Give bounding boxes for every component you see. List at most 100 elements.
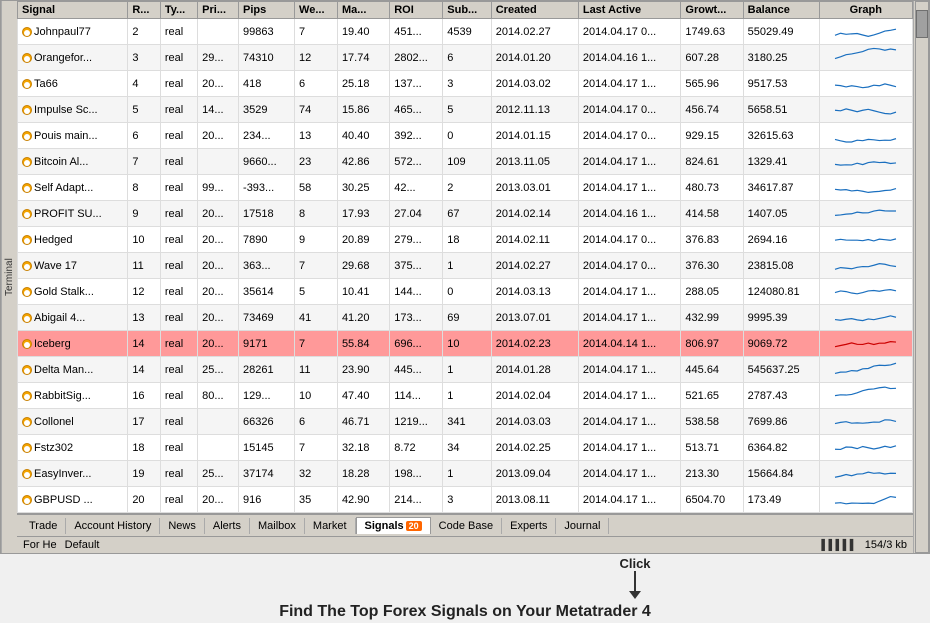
col-header-created[interactable]: Created bbox=[491, 2, 578, 19]
cell-subs: 1 bbox=[443, 253, 491, 279]
cell-max: 42.90 bbox=[337, 487, 389, 513]
cell-created: 2012.11.13 bbox=[491, 97, 578, 123]
cell-growth: 376.83 bbox=[681, 227, 743, 253]
tab-experts[interactable]: Experts bbox=[502, 518, 556, 534]
table-row[interactable]: Gold Stalk... 12 real 20... 35614 5 10.4… bbox=[18, 279, 913, 305]
col-header-growth[interactable]: Growt... bbox=[681, 2, 743, 19]
table-row[interactable]: Abigail 4... 13 real 20... 73469 41 41.2… bbox=[18, 305, 913, 331]
cell-type: real bbox=[160, 461, 197, 487]
table-row[interactable]: Impulse Sc... 5 real 14... 3529 74 15.86… bbox=[18, 97, 913, 123]
cell-balance: 6364.82 bbox=[743, 435, 819, 461]
sparkline-graph bbox=[833, 98, 898, 118]
status-bar-right: ▌▌▌▌▌ 154/3 kb bbox=[821, 539, 907, 551]
sparkline-graph bbox=[833, 124, 898, 144]
tab-signals[interactable]: Signals20 bbox=[356, 517, 431, 534]
table-row[interactable]: Iceberg 14 real 20... 9171 7 55.84 696..… bbox=[18, 331, 913, 357]
click-label: Click bbox=[619, 556, 650, 571]
table-row[interactable]: Delta Man... 14 real 25... 28261 11 23.9… bbox=[18, 357, 913, 383]
col-header-ty[interactable]: Ty... bbox=[160, 2, 197, 19]
col-header-pri[interactable]: Pri... bbox=[198, 2, 239, 19]
cell-balance: 1329.41 bbox=[743, 149, 819, 175]
col-header-roi[interactable]: ROI bbox=[390, 2, 443, 19]
cell-signal: GBPUSD ... bbox=[18, 487, 128, 513]
cell-pips: 73469 bbox=[239, 305, 295, 331]
cell-max: 41.20 bbox=[337, 305, 389, 331]
click-annotation: Click Find The Top Forex Signals on Your… bbox=[0, 556, 930, 623]
table-row[interactable]: Hedged 10 real 20... 7890 9 20.89 279...… bbox=[18, 227, 913, 253]
table-row[interactable]: Collonel 17 real 66326 6 46.71 1219... 3… bbox=[18, 409, 913, 435]
cell-graph bbox=[819, 149, 912, 175]
table-row[interactable]: Johnpaul77 2 real 99863 7 19.40 451... 4… bbox=[18, 19, 913, 45]
cell-type: real bbox=[160, 409, 197, 435]
table-wrapper: Signal R... Ty... Pri... Pips We... Ma..… bbox=[17, 1, 913, 513]
cell-subs: 109 bbox=[443, 149, 491, 175]
scrollbar-thumb[interactable] bbox=[916, 10, 928, 38]
status-bar: For He Default ▌▌▌▌▌ 154/3 kb bbox=[17, 536, 913, 553]
col-header-ma[interactable]: Ma... bbox=[337, 2, 389, 19]
cell-signal: Delta Man... bbox=[18, 357, 128, 383]
tab-badge: 20 bbox=[406, 521, 422, 531]
table-row[interactable]: PROFIT SU... 9 real 20... 17518 8 17.93 … bbox=[18, 201, 913, 227]
cell-subs: 0 bbox=[443, 279, 491, 305]
col-header-r[interactable]: R... bbox=[128, 2, 161, 19]
cell-growth: 1749.63 bbox=[681, 19, 743, 45]
table-row[interactable]: Ta66 4 real 20... 418 6 25.18 137... 3 2… bbox=[18, 71, 913, 97]
scrollbar-track[interactable] bbox=[915, 1, 929, 553]
cell-signal: PROFIT SU... bbox=[18, 201, 128, 227]
signal-icon bbox=[22, 261, 32, 271]
sparkline-graph bbox=[833, 150, 898, 170]
table-row[interactable]: EasyInver... 19 real 25... 37174 32 18.2… bbox=[18, 461, 913, 487]
table-row[interactable]: Pouis main... 6 real 20... 234... 13 40.… bbox=[18, 123, 913, 149]
col-header-balance[interactable]: Balance bbox=[743, 2, 819, 19]
cell-lastactive: 2014.04.17 1... bbox=[578, 279, 681, 305]
cell-max: 15.86 bbox=[337, 97, 389, 123]
cell-roi: 279... bbox=[390, 227, 443, 253]
signal-icon bbox=[22, 391, 32, 401]
col-header-graph[interactable]: Graph bbox=[819, 2, 912, 19]
cell-graph bbox=[819, 461, 912, 487]
cell-price: 20... bbox=[198, 305, 239, 331]
table-row[interactable]: GBPUSD ... 20 real 20... 916 35 42.90 21… bbox=[18, 487, 913, 513]
tab-mailbox[interactable]: Mailbox bbox=[250, 518, 305, 534]
cell-r: 6 bbox=[128, 123, 161, 149]
col-header-we[interactable]: We... bbox=[295, 2, 338, 19]
table-row[interactable]: RabbitSig... 16 real 80... 129... 10 47.… bbox=[18, 383, 913, 409]
cell-r: 18 bbox=[128, 435, 161, 461]
cell-max: 18.28 bbox=[337, 461, 389, 487]
cell-roi: 198... bbox=[390, 461, 443, 487]
table-row[interactable]: Orangefor... 3 real 29... 74310 12 17.74… bbox=[18, 45, 913, 71]
cell-balance: 5658.51 bbox=[743, 97, 819, 123]
tab-market[interactable]: Market bbox=[305, 518, 356, 534]
tab-news[interactable]: News bbox=[160, 518, 205, 534]
tab-trade[interactable]: Trade bbox=[21, 518, 66, 534]
cell-pips: 9660... bbox=[239, 149, 295, 175]
cell-roi: 2802... bbox=[390, 45, 443, 71]
signal-icon bbox=[22, 313, 32, 323]
cell-graph bbox=[819, 331, 912, 357]
col-header-lastactive[interactable]: Last Active bbox=[578, 2, 681, 19]
cell-price: 14... bbox=[198, 97, 239, 123]
tab-code-base[interactable]: Code Base bbox=[431, 518, 502, 534]
col-header-pips[interactable]: Pips bbox=[239, 2, 295, 19]
table-row[interactable]: Fstz302 18 real 15145 7 32.18 8.72 34 20… bbox=[18, 435, 913, 461]
table-row[interactable]: Wave 17 11 real 20... 363... 7 29.68 375… bbox=[18, 253, 913, 279]
cell-lastactive: 2014.04.17 1... bbox=[578, 149, 681, 175]
cell-r: 17 bbox=[128, 409, 161, 435]
cell-created: 2014.02.04 bbox=[491, 383, 578, 409]
cell-graph bbox=[819, 435, 912, 461]
tab-alerts[interactable]: Alerts bbox=[205, 518, 250, 534]
cell-signal: Fstz302 bbox=[18, 435, 128, 461]
cell-price: 20... bbox=[198, 201, 239, 227]
col-header-signal[interactable]: Signal bbox=[18, 2, 128, 19]
cell-weeks: 58 bbox=[295, 175, 338, 201]
table-row[interactable]: Self Adapt... 8 real 99... -393... 58 30… bbox=[18, 175, 913, 201]
col-header-sub[interactable]: Sub... bbox=[443, 2, 491, 19]
cell-type: real bbox=[160, 487, 197, 513]
cell-r: 14 bbox=[128, 357, 161, 383]
signal-icon bbox=[22, 53, 32, 63]
table-row[interactable]: Bitcoin Al... 7 real 9660... 23 42.86 57… bbox=[18, 149, 913, 175]
cell-created: 2014.02.14 bbox=[491, 201, 578, 227]
tab-account-history[interactable]: Account History bbox=[66, 518, 160, 534]
tab-journal[interactable]: Journal bbox=[556, 518, 609, 534]
cell-growth: 607.28 bbox=[681, 45, 743, 71]
